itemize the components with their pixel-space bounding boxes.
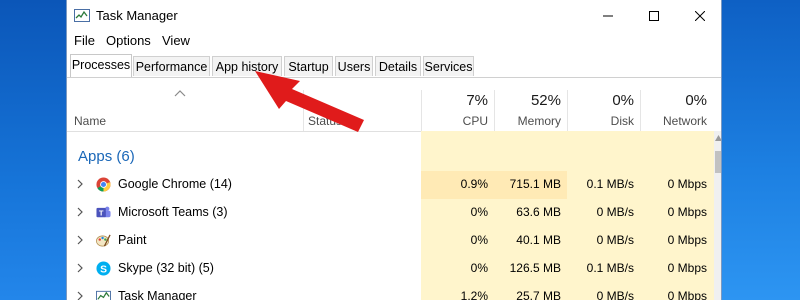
task-manager-app-icon xyxy=(74,9,90,22)
process-row[interactable]: Paint 0% 40.1 MB 0 MB/s 0 Mbps xyxy=(67,227,715,255)
process-name: Google Chrome (14) xyxy=(118,177,232,191)
column-disk[interactable]: Disk xyxy=(568,114,634,128)
scroll-up-icon[interactable] xyxy=(715,135,722,141)
process-row[interactable]: S Skype (32 bit) (5) 0% 126.5 MB 0.1 MB/… xyxy=(67,255,715,283)
memory-total[interactable]: 52% xyxy=(495,92,561,109)
disk-total[interactable]: 0% xyxy=(568,92,634,109)
minimize-button[interactable] xyxy=(585,0,631,31)
column-cpu[interactable]: CPU xyxy=(423,114,488,128)
chevron-right-icon[interactable] xyxy=(76,262,84,274)
task-manager-window: Task Manager File Options View Processes… xyxy=(66,0,722,300)
menu-options[interactable]: Options xyxy=(106,33,151,48)
network-value: 0 Mbps xyxy=(667,205,707,219)
title-bar[interactable]: Task Manager xyxy=(67,0,721,31)
tab-processes[interactable]: Processes xyxy=(70,54,132,78)
process-list: Apps (6) Google Chrome (14) 0.9% 715.1 M… xyxy=(67,131,721,300)
chevron-right-icon[interactable] xyxy=(76,290,84,300)
process-name: Skype (32 bit) (5) xyxy=(118,261,214,275)
memory-value: 63.6 MB xyxy=(516,205,561,219)
desktop-background-right xyxy=(722,0,800,300)
chevron-right-icon[interactable] xyxy=(76,178,84,190)
tab-strip: Processes Performance App history Startu… xyxy=(67,54,721,78)
maximize-button[interactable] xyxy=(631,0,677,31)
minimize-icon xyxy=(603,15,613,16)
svg-text:T: T xyxy=(99,208,104,217)
process-name: Paint xyxy=(118,233,147,247)
disk-value: 0.1 MB/s xyxy=(586,177,634,191)
process-row[interactable]: T Microsoft Teams (3) 0% 63.6 MB 0 MB/s … xyxy=(67,199,715,227)
svg-text:S: S xyxy=(100,264,107,275)
desktop-background-left xyxy=(0,0,66,300)
chevron-right-icon[interactable] xyxy=(76,234,84,246)
skype-icon: S xyxy=(96,261,111,276)
close-icon xyxy=(695,10,705,21)
task-manager-icon xyxy=(96,290,111,300)
sort-ascending-icon[interactable] xyxy=(174,89,186,97)
process-row[interactable]: Google Chrome (14) 0.9% 715.1 MB 0.1 MB/… xyxy=(67,171,715,199)
memory-value: 40.1 MB xyxy=(516,233,561,247)
paint-icon xyxy=(96,234,111,247)
teams-icon: T xyxy=(96,206,111,217)
disk-value: 0 MB/s xyxy=(596,205,634,219)
vertical-scrollbar[interactable] xyxy=(714,131,722,300)
window-title: Task Manager xyxy=(96,8,178,23)
disk-value: 0 MB/s xyxy=(596,289,634,300)
memory-value: 126.5 MB xyxy=(509,261,561,275)
cpu-total[interactable]: 7% xyxy=(423,92,488,109)
tab-performance[interactable]: Performance xyxy=(133,56,210,76)
chrome-icon xyxy=(96,177,111,192)
network-value: 0 Mbps xyxy=(667,177,707,191)
network-value: 0 Mbps xyxy=(667,233,707,247)
group-apps[interactable]: Apps (6) xyxy=(78,148,135,165)
menu-view[interactable]: View xyxy=(162,33,190,48)
process-row[interactable]: Task Manager 1.2% 25.7 MB 0 MB/s 0 Mbps xyxy=(67,283,715,300)
network-value: 0 Mbps xyxy=(667,289,707,300)
cpu-value: 0% xyxy=(470,233,488,247)
process-name: Microsoft Teams (3) xyxy=(118,205,228,219)
cpu-value: 1.2% xyxy=(460,289,488,300)
menu-file[interactable]: File xyxy=(74,33,95,48)
column-network[interactable]: Network xyxy=(641,114,707,128)
disk-value: 0.1 MB/s xyxy=(586,261,634,275)
cpu-value: 0.9% xyxy=(460,177,488,191)
chevron-right-icon[interactable] xyxy=(76,206,84,218)
tab-details[interactable]: Details xyxy=(375,56,421,76)
annotation-arrow-icon xyxy=(255,71,364,132)
cpu-value: 0% xyxy=(470,261,488,275)
column-memory[interactable]: Memory xyxy=(495,114,561,128)
column-name[interactable]: Name xyxy=(74,114,106,128)
column-divider[interactable] xyxy=(421,90,422,131)
maximize-icon xyxy=(649,10,659,21)
memory-value: 715.1 MB xyxy=(509,177,561,191)
memory-value: 25.7 MB xyxy=(516,289,561,300)
close-button[interactable] xyxy=(677,0,721,31)
disk-value: 0 MB/s xyxy=(596,233,634,247)
column-header: Name Status 7% CPU 52% Memory 0% Disk 0%… xyxy=(67,78,721,132)
process-name: Task Manager xyxy=(118,289,197,300)
network-total[interactable]: 0% xyxy=(641,92,707,109)
menu-bar: File Options View xyxy=(67,31,721,51)
cpu-value: 0% xyxy=(470,205,488,219)
tab-services[interactable]: Services xyxy=(423,56,474,76)
network-value: 0 Mbps xyxy=(667,261,707,275)
scroll-thumb[interactable] xyxy=(715,151,721,173)
